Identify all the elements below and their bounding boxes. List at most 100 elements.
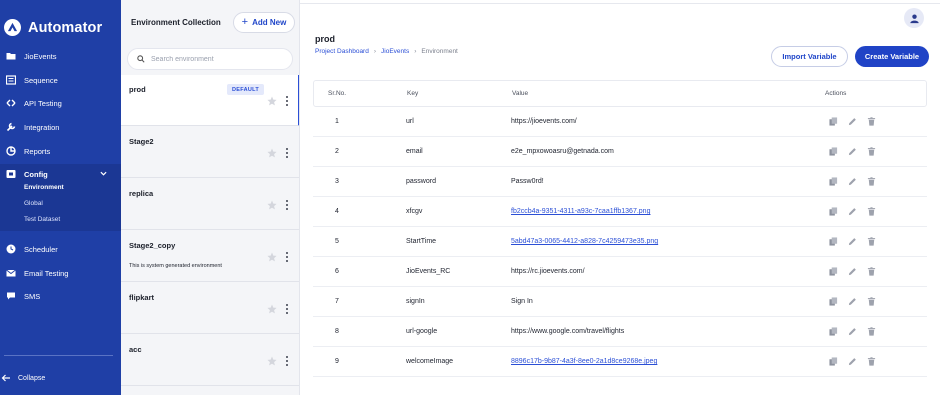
panel-title: Environment Collection [131, 18, 221, 27]
copy-icon[interactable] [828, 236, 838, 246]
variables-table: Sr.No. Key Value Actions 1 url https://jio… [313, 80, 927, 377]
environment-card-flipkart[interactable]: flipkart [121, 283, 299, 334]
sidebar-item-sequence[interactable]: Sequence [0, 70, 121, 90]
environment-card-acc[interactable]: acc [121, 335, 299, 386]
delete-icon[interactable] [866, 116, 876, 126]
delete-icon[interactable] [866, 206, 876, 216]
edit-icon[interactable] [847, 236, 857, 246]
sidebar-item-config[interactable]: Config [0, 164, 121, 184]
star-icon[interactable] [267, 252, 277, 262]
delete-icon[interactable] [866, 176, 876, 186]
create-variable-button[interactable]: Create Variable [855, 46, 929, 67]
sidebar-subitem-environment[interactable]: Environment [24, 184, 64, 191]
cell-value: https://rc.jioevents.com/ [511, 268, 585, 275]
row-actions [828, 266, 885, 276]
copy-icon[interactable] [828, 326, 838, 336]
more-options-icon[interactable] [284, 147, 290, 159]
edit-icon[interactable] [847, 146, 857, 156]
star-icon[interactable] [267, 356, 277, 366]
cell-value-file-link[interactable]: 8896c17b-9b87-4a3f-8ee0-2a1d8ce9268e.jpe… [511, 358, 657, 365]
cell-value: e2e_mpxowoasru@getnada.com [511, 148, 614, 155]
cell-sr-no: 6 [335, 268, 339, 275]
collapse-button[interactable]: Collapse [1, 373, 45, 383]
add-new-label: Add New [252, 18, 287, 27]
environment-name: Stage2 [129, 137, 154, 146]
sidebar-item-label: JioEvents [24, 51, 57, 61]
edit-icon[interactable] [847, 266, 857, 276]
star-icon[interactable] [267, 96, 277, 106]
more-options-icon[interactable] [284, 355, 290, 367]
environment-name: flipkart [129, 293, 155, 302]
edit-icon[interactable] [847, 356, 857, 366]
import-variable-button[interactable]: Import Variable [771, 46, 848, 67]
row-actions [828, 206, 885, 216]
sidebar-divider [4, 355, 113, 356]
row-actions [828, 296, 885, 306]
breadcrumb-separator-icon: › [414, 48, 417, 55]
chevron-down-icon[interactable] [100, 170, 107, 177]
more-options-icon[interactable] [284, 95, 290, 107]
arrow-left-icon [1, 374, 10, 382]
copy-icon[interactable] [828, 146, 838, 156]
more-options-icon[interactable] [284, 251, 290, 263]
edit-icon[interactable] [847, 326, 857, 336]
copy-icon[interactable] [828, 296, 838, 306]
sidebar-item-label: Config [24, 169, 48, 179]
cell-value: Sign In [511, 298, 533, 305]
user-icon [909, 13, 919, 23]
delete-icon[interactable] [866, 356, 876, 366]
star-icon[interactable] [267, 304, 277, 314]
more-options-icon[interactable] [284, 199, 290, 211]
delete-icon[interactable] [866, 296, 876, 306]
copy-icon[interactable] [828, 116, 838, 126]
copy-icon[interactable] [828, 176, 838, 186]
copy-icon[interactable] [828, 266, 838, 276]
search-input[interactable] [151, 55, 281, 63]
more-options-icon[interactable] [284, 303, 290, 315]
delete-icon[interactable] [866, 146, 876, 156]
delete-icon[interactable] [866, 266, 876, 276]
top-bar [300, 0, 940, 4]
page-title: prod [315, 34, 335, 44]
sidebar-subitem-global[interactable]: Global [24, 200, 43, 207]
edit-icon[interactable] [847, 206, 857, 216]
sidebar-item-label: Email Testing [24, 268, 69, 278]
edit-icon[interactable] [847, 116, 857, 126]
environment-card-replica[interactable]: replica [121, 179, 299, 230]
copy-icon[interactable] [828, 206, 838, 216]
edit-icon[interactable] [847, 296, 857, 306]
environment-card-prod[interactable]: prod DEFAULT [121, 75, 299, 126]
star-icon[interactable] [267, 148, 277, 158]
avatar[interactable] [904, 8, 924, 28]
star-icon[interactable] [267, 200, 277, 210]
sidebar-subitem-test-dataset[interactable]: Test Dataset [24, 216, 60, 223]
environment-card-stage2[interactable]: Stage2 [121, 127, 299, 178]
sidebar-item-email-testing[interactable]: Email Testing [0, 263, 121, 283]
breadcrumb-jioevents[interactable]: JioEvents [381, 48, 409, 55]
add-new-button[interactable]: + Add New [233, 12, 295, 33]
row-actions [828, 326, 885, 336]
list-icon [6, 75, 16, 85]
sidebar-item-integration[interactable]: Integration [0, 117, 121, 137]
environment-card-stage2-copy[interactable]: Stage2_copy This is system generated env… [121, 231, 299, 282]
sidebar-item-sms[interactable]: SMS [0, 286, 121, 306]
breadcrumb-project-dashboard[interactable]: Project Dashboard [315, 48, 369, 55]
copy-icon[interactable] [828, 356, 838, 366]
environment-name: replica [129, 189, 154, 198]
sidebar-item-label: Integration [24, 122, 60, 132]
sidebar-item-api-testing[interactable]: API Testing [0, 93, 121, 113]
cell-value: Passw0rd! [511, 178, 544, 185]
app-logo[interactable]: Automator [4, 19, 102, 36]
row-actions [828, 176, 885, 186]
cell-value-file-link[interactable]: 5abd47a3-0065-4412-a828-7c4259473e35.png [511, 238, 658, 245]
sidebar-item-scheduler[interactable]: Scheduler [0, 239, 121, 259]
sidebar-item-reports[interactable]: Reports [0, 141, 121, 161]
cell-value-file-link[interactable]: fb2ccb4a-9351-4311-a93c-7caa1ffb1367.png [511, 208, 650, 215]
edit-icon[interactable] [847, 176, 857, 186]
table-row: 4 xfcgv fb2ccb4a-9351-4311-a93c-7caa1ffb13… [313, 197, 927, 227]
delete-icon[interactable] [866, 326, 876, 336]
breadcrumb-current: Environment [421, 48, 458, 55]
delete-icon[interactable] [866, 236, 876, 246]
sidebar-item-jioevents[interactable]: JioEvents [0, 46, 121, 66]
table-row: 5 StartTime 5abd47a3-0065-4412-a828-7c4259… [313, 227, 927, 257]
